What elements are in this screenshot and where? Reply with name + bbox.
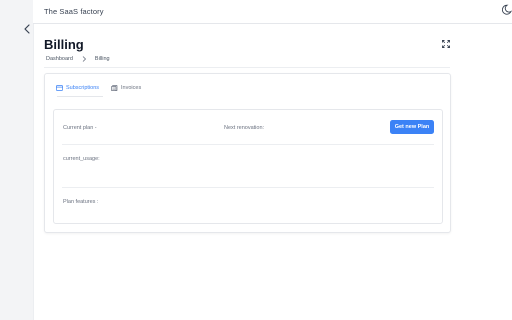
breadcrumb-item-dashboard[interactable]: Dashboard bbox=[46, 56, 73, 62]
app-root: The SaaS factory Billing Dashboard Billi… bbox=[0, 0, 512, 320]
page-title: Billing bbox=[44, 37, 84, 52]
row-divider bbox=[62, 144, 434, 145]
tab-subscriptions-label: Subscriptions bbox=[66, 85, 100, 91]
moon-icon[interactable] bbox=[502, 4, 512, 16]
card-icon bbox=[56, 85, 63, 91]
breadcrumb: Dashboard Billing bbox=[46, 56, 110, 62]
brand-name[interactable]: The SaaS factory bbox=[44, 7, 104, 16]
tab-underline bbox=[57, 96, 103, 97]
get-new-plan-button[interactable]: Get new Plan bbox=[390, 120, 434, 134]
current-plan-label: Current plan - bbox=[63, 125, 97, 131]
tab-bar: Subscriptions Invoices bbox=[56, 85, 153, 91]
invoice-icon bbox=[111, 85, 118, 91]
breadcrumb-item-billing: Billing bbox=[94, 56, 110, 62]
chevron-left-icon[interactable] bbox=[21, 23, 33, 35]
tab-invoices[interactable]: Invoices bbox=[111, 85, 141, 91]
current-usage-label: current_usage: bbox=[63, 156, 100, 162]
plan-features-label: Plan features : bbox=[63, 199, 99, 205]
sidebar bbox=[0, 0, 34, 320]
billing-card: Subscriptions Invoices Current plan - Ne… bbox=[44, 73, 451, 233]
row-divider bbox=[62, 187, 434, 188]
chevron-right-icon bbox=[82, 56, 86, 62]
next-renovation-label: Next renovation: bbox=[224, 125, 265, 131]
subscription-panel: Current plan - Next renovation: Get new … bbox=[53, 109, 443, 224]
header-divider bbox=[44, 67, 450, 68]
tab-invoices-label: Invoices bbox=[121, 85, 142, 91]
expand-icon[interactable] bbox=[442, 40, 450, 48]
tab-subscriptions[interactable]: Subscriptions bbox=[56, 85, 99, 91]
top-bar: The SaaS factory bbox=[33, 0, 512, 24]
